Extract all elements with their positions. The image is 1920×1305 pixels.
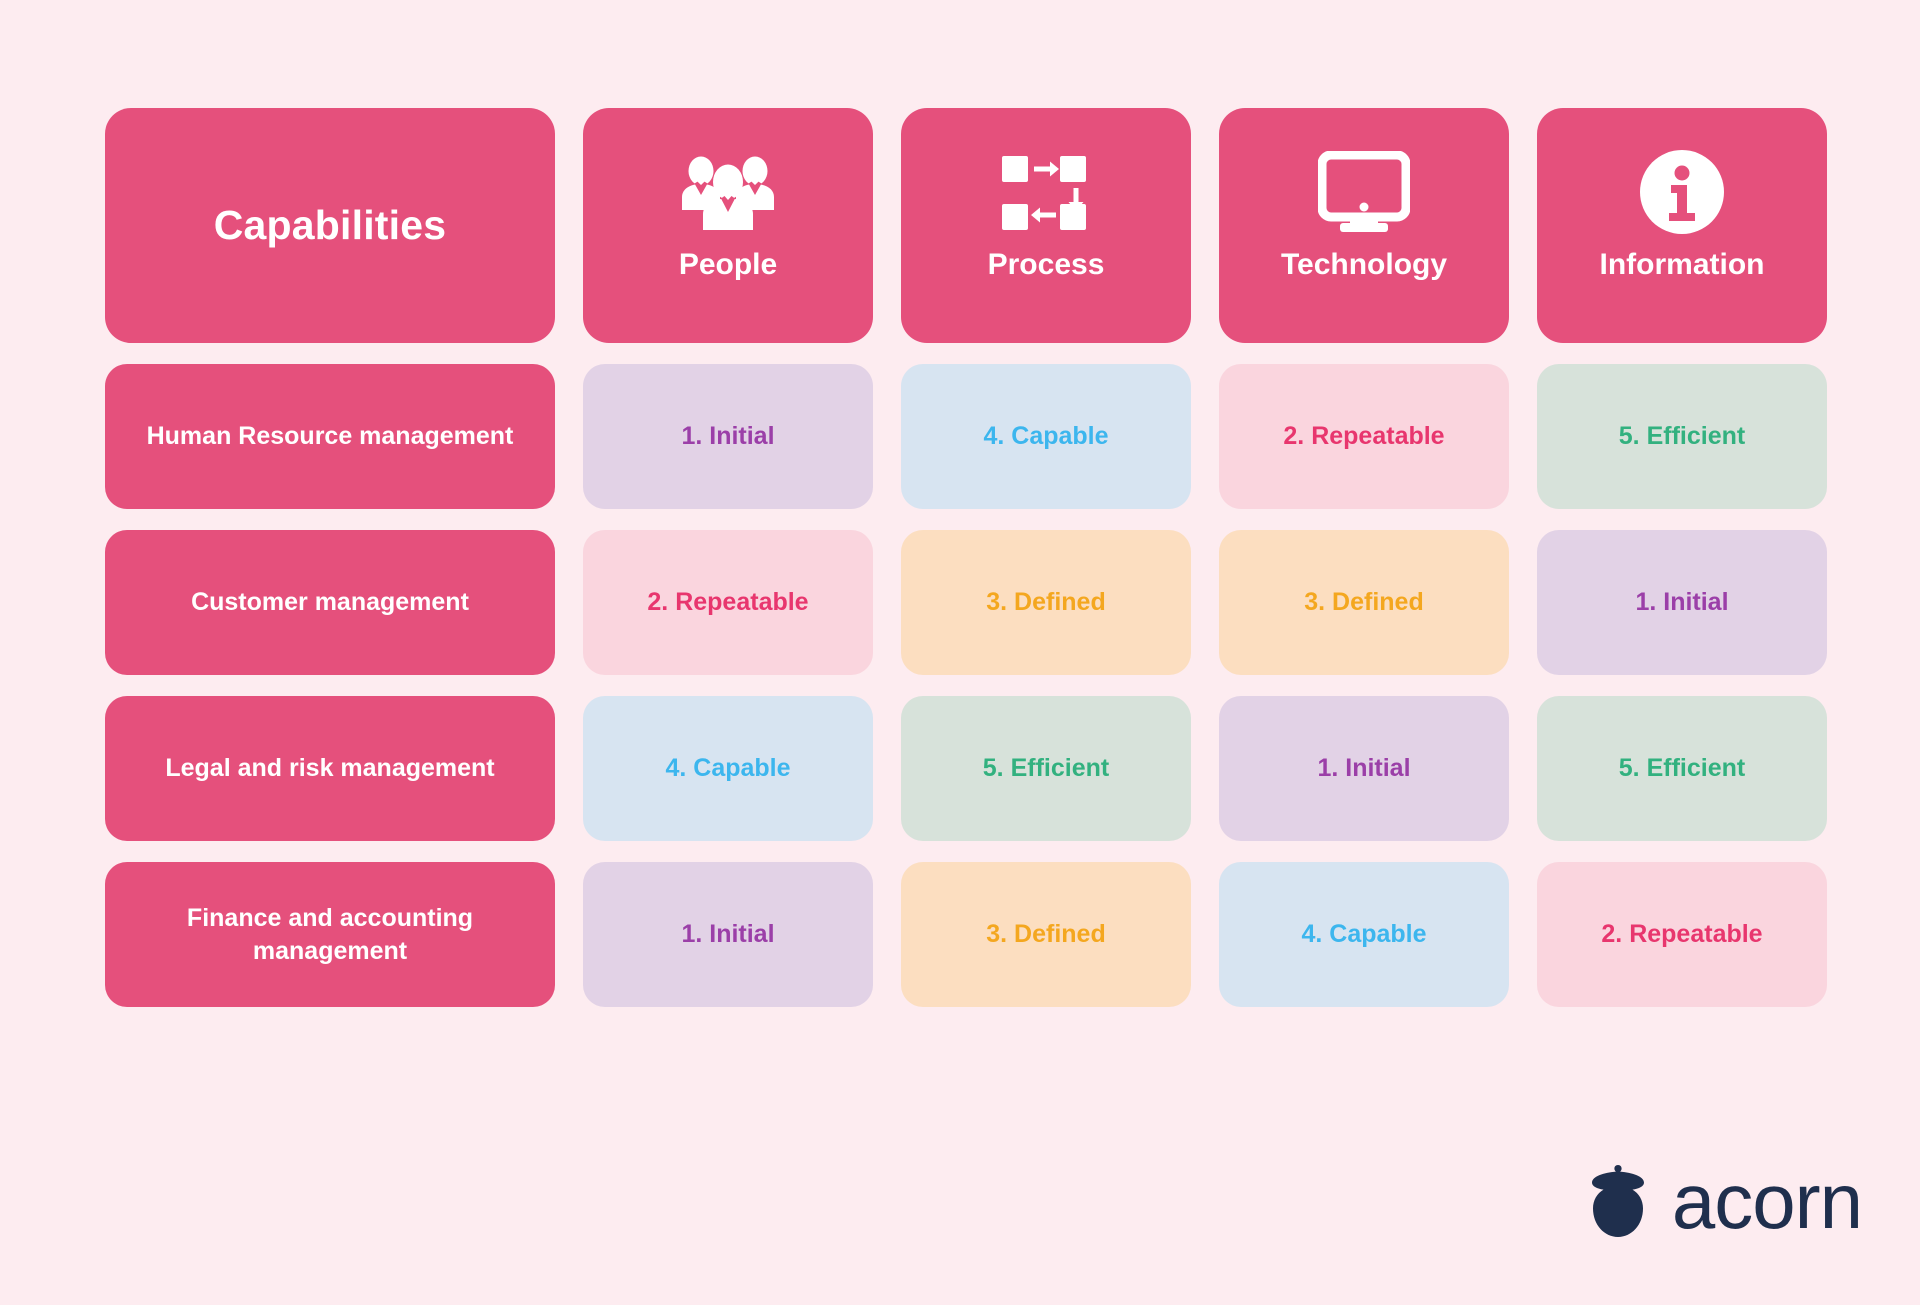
maturity-cell[interactable]: 4. Capable <box>901 364 1191 509</box>
column-header-information: Information <box>1537 108 1827 343</box>
row-label: Legal and risk management <box>105 696 555 841</box>
maturity-cell[interactable]: 5. Efficient <box>1537 364 1827 509</box>
acorn-logo: acorn <box>1582 1157 1863 1245</box>
column-header-label: People <box>678 248 778 281</box>
row-label: Human Resource management <box>105 364 555 509</box>
page-title: Capabilities <box>105 108 555 343</box>
maturity-cell[interactable]: 2. Repeatable <box>1219 364 1509 509</box>
acorn-wordmark: acorn <box>1671 1157 1863 1245</box>
maturity-cell[interactable]: 3. Defined <box>901 862 1191 1007</box>
maturity-cell[interactable]: 3. Defined <box>1219 530 1509 675</box>
maturity-cell[interactable]: 2. Repeatable <box>583 530 873 675</box>
maturity-cell[interactable]: 1. Initial <box>1537 530 1827 675</box>
maturity-cell[interactable]: 4. Capable <box>1219 862 1509 1007</box>
capability-maturity-matrix: Capabilities People Process Technology I… <box>0 0 1920 1305</box>
row-label: Customer management <box>105 530 555 675</box>
column-header-people: People <box>583 108 873 343</box>
process-flow-icon <box>998 142 1094 242</box>
acorn-icon <box>1582 1159 1654 1243</box>
maturity-cell[interactable]: 1. Initial <box>583 862 873 1007</box>
maturity-cell[interactable]: 5. Efficient <box>1537 696 1827 841</box>
maturity-cell[interactable]: 5. Efficient <box>901 696 1191 841</box>
desktop-monitor-icon <box>1318 142 1410 242</box>
column-header-label: Technology <box>1280 248 1448 281</box>
info-circle-icon <box>1638 142 1726 242</box>
row-label: Finance and accounting management <box>105 862 555 1007</box>
matrix-grid: Capabilities People Process Technology I… <box>105 108 1840 1007</box>
column-header-technology: Technology <box>1219 108 1509 343</box>
column-header-label: Process <box>987 248 1105 281</box>
maturity-cell[interactable]: 2. Repeatable <box>1537 862 1827 1007</box>
column-header-process: Process <box>901 108 1191 343</box>
maturity-cell[interactable]: 4. Capable <box>583 696 873 841</box>
people-group-icon <box>676 142 780 242</box>
maturity-cell[interactable]: 1. Initial <box>583 364 873 509</box>
maturity-cell[interactable]: 3. Defined <box>901 530 1191 675</box>
maturity-cell[interactable]: 1. Initial <box>1219 696 1509 841</box>
column-header-label: Information <box>1599 248 1765 281</box>
